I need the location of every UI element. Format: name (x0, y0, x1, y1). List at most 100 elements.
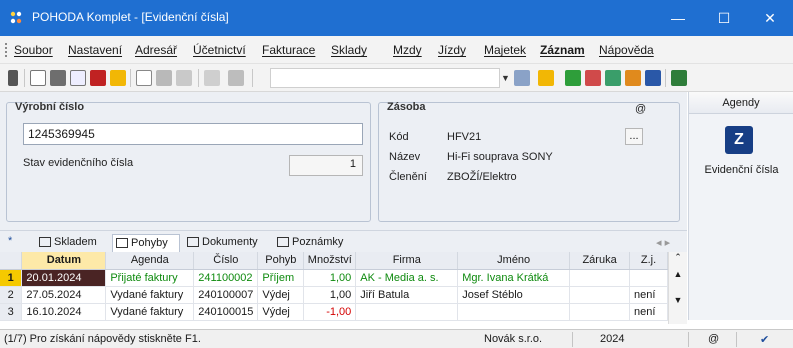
record-form: Výrobní číslo 1245369945 Stav evidenčníh… (0, 92, 687, 230)
cell-agenda[interactable]: Vydané faktury (105, 303, 195, 321)
cell-datum[interactable]: 20.01.2024 (21, 269, 107, 287)
serial-number-title: Výrobní číslo (15, 101, 85, 113)
tab-skladem[interactable]: Skladem (36, 234, 108, 252)
scroll-down-icon[interactable]: ▼ (669, 295, 687, 305)
evidencni-cisla-icon[interactable]: Z (725, 126, 753, 154)
col-cislo[interactable]: Číslo (193, 252, 259, 270)
cell-mnozstvi[interactable]: 1,00 (303, 286, 357, 304)
red-tool-icon[interactable] (585, 70, 601, 86)
col-zaruka[interactable]: Záruka (569, 252, 631, 270)
cell-zaruka[interactable] (569, 303, 631, 321)
cell-pohyb[interactable]: Příjem (257, 269, 305, 287)
table-icon[interactable] (176, 70, 192, 86)
tab-poznamky-label: Poznámky (292, 236, 344, 248)
scroll-top-icon[interactable]: ⌃ (669, 252, 687, 263)
menu-jizdy[interactable]: Jízdy (438, 43, 466, 57)
menu-fakturace[interactable]: Fakturace (262, 43, 315, 57)
agendy-item-evidencni-cisla[interactable]: Evidenční čísla (689, 164, 793, 176)
scroll-up-icon[interactable]: ▲ (669, 269, 687, 279)
tab-pohyby-label: Pohyby (131, 237, 168, 249)
cell-mnozstvi[interactable]: -1,00 (303, 303, 357, 321)
menu-ucetnictvi[interactable]: Účetnictví (193, 43, 246, 57)
table-row[interactable]: 1 20.01.2024 Přijaté faktury 241100002 P… (0, 269, 688, 287)
cell-pohyb[interactable]: Výdej (257, 303, 305, 321)
menu-mzdy[interactable]: Mzdy (393, 43, 422, 57)
maximize-button[interactable]: ☐ (701, 0, 747, 36)
col-pohyb[interactable]: Pohyb (257, 252, 305, 270)
report-icon[interactable] (90, 70, 106, 86)
cell-zaruka[interactable] (569, 286, 631, 304)
menu-adresar[interactable]: Adresář (135, 43, 177, 57)
calculator-icon[interactable] (605, 70, 621, 86)
row-number: 1 (0, 269, 23, 287)
table-row[interactable]: 3 16.10.2024 Vydané faktury 240100015 Vý… (0, 303, 688, 321)
cell-cislo[interactable]: 240100007 (193, 286, 259, 304)
col-zj[interactable]: Z.j. (629, 252, 668, 270)
filter-icon[interactable] (514, 70, 530, 86)
stock-icon (39, 237, 51, 247)
export-icon[interactable] (110, 70, 126, 86)
cell-datum[interactable]: 16.10.2024 (21, 303, 107, 321)
cell-firma[interactable]: Jiří Batula (355, 286, 459, 304)
status-at-icon[interactable]: @ (708, 333, 719, 345)
settings-icon[interactable] (228, 70, 244, 86)
tab-poznamky[interactable]: Poznámky (274, 234, 360, 252)
cell-jmeno[interactable] (457, 303, 571, 321)
green-tool-icon[interactable] (565, 70, 581, 86)
tab-pohyby[interactable]: Pohyby (112, 234, 180, 252)
status-check-icon[interactable]: ✔ (760, 333, 769, 346)
cell-datum[interactable]: 27.05.2024 (21, 286, 107, 304)
back-icon[interactable] (204, 70, 220, 86)
col-agenda[interactable]: Agenda (105, 252, 195, 270)
table-vertical-scrollbar[interactable]: ⌃ ▲ ▼ (668, 252, 687, 324)
menu-majetek[interactable]: Majetek (484, 43, 526, 57)
menu-soubor[interactable]: Soubor (14, 43, 53, 57)
copy-icon[interactable] (30, 70, 46, 86)
users-icon[interactable] (625, 70, 641, 86)
edit-record-icon[interactable] (156, 70, 172, 86)
cell-mnozstvi[interactable]: 1,00 (303, 269, 357, 287)
cleneni-label: Členění (389, 171, 427, 183)
close-button[interactable]: ✕ (747, 0, 793, 36)
cell-agenda[interactable]: Přijaté faktury (105, 269, 195, 287)
cell-zj[interactable] (629, 269, 668, 287)
menu-sklady[interactable]: Sklady (331, 43, 367, 57)
tabs-star-icon[interactable]: * (8, 235, 12, 247)
col-datum[interactable]: Datum (21, 252, 107, 270)
menu-zaznam[interactable]: Záznam (540, 43, 585, 57)
cell-pohyb[interactable]: Výdej (257, 286, 305, 304)
cell-jmeno[interactable]: Mgr. Ivana Krátká (457, 269, 571, 287)
table-header-row: Datum Agenda Číslo Pohyb Množství Firma … (0, 252, 688, 270)
cleneni-value: ZBOŽÍ/Elektro (447, 171, 517, 183)
cell-zj[interactable]: není (629, 286, 668, 304)
cell-zaruka[interactable] (569, 269, 631, 287)
iban-icon[interactable] (645, 70, 661, 86)
status-company: Novák s.r.o. (484, 333, 543, 345)
menu-nastaveni[interactable]: Nastavení (68, 43, 122, 57)
cell-jmeno[interactable]: Josef Stéblo (457, 286, 571, 304)
tabs-scroll-arrows-icon[interactable]: ◂ ▸ (656, 236, 670, 249)
window-icon[interactable] (671, 70, 687, 86)
toolbar-combo[interactable] (270, 68, 500, 88)
minimize-button[interactable]: — (655, 0, 701, 36)
print-preview-icon[interactable] (70, 70, 86, 86)
serial-number-input[interactable]: 1245369945 (23, 123, 363, 145)
browse-button[interactable]: ... (625, 128, 643, 145)
table-row[interactable]: 2 27.05.2024 Vydané faktury 240100007 Vý… (0, 286, 688, 304)
tab-dokumenty[interactable]: Dokumenty (184, 234, 270, 252)
new-record-icon[interactable] (136, 70, 152, 86)
combo-chevron-down-icon[interactable]: ▼ (501, 73, 510, 83)
col-firma[interactable]: Firma (355, 252, 459, 270)
folder-icon[interactable] (538, 70, 554, 86)
print-icon[interactable] (50, 70, 66, 86)
cell-firma[interactable] (355, 303, 459, 321)
col-jmeno[interactable]: Jméno (457, 252, 571, 270)
zasoba-at-icon[interactable]: @ (635, 103, 646, 115)
cell-agenda[interactable]: Vydané faktury (105, 286, 195, 304)
menu-napoveda[interactable]: Nápověda (599, 43, 654, 57)
cell-cislo[interactable]: 240100015 (193, 303, 259, 321)
cell-firma[interactable]: AK - Media a. s. (355, 269, 459, 287)
cell-cislo[interactable]: 241100002 (193, 269, 259, 287)
cell-zj[interactable]: není (629, 303, 668, 321)
col-mnozstvi[interactable]: Množství (303, 252, 357, 270)
